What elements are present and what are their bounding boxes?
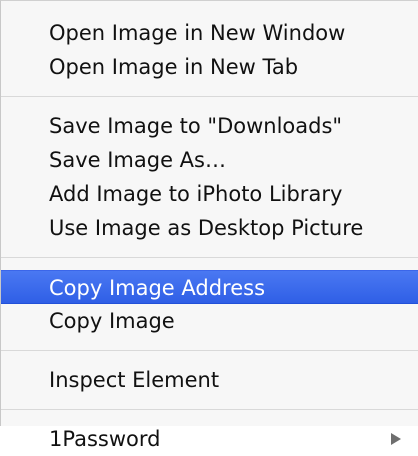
menu-separator [1, 409, 418, 410]
menu-item-label: Open Image in New Window [49, 21, 346, 45]
menu-item-inspect-element[interactable]: Inspect Element [1, 363, 418, 397]
menu-separator [1, 257, 418, 258]
menu-item-1password[interactable]: 1Password [1, 422, 418, 456]
menu-item-label: Copy Image [49, 309, 175, 333]
menu-item-open-image-new-window[interactable]: Open Image in New Window [1, 16, 418, 50]
menu-item-add-image-to-iphoto[interactable]: Add Image to iPhoto Library [1, 177, 418, 211]
menu-item-copy-image[interactable]: Copy Image [1, 304, 418, 338]
menu-item-label: Inspect Element [49, 368, 220, 392]
menu-item-label: Add Image to iPhoto Library [49, 182, 343, 206]
menu-separator [1, 96, 418, 97]
menu-separator [1, 350, 418, 351]
menu-item-label: Save Image to "Downloads" [49, 114, 343, 138]
menu-item-save-image-to-downloads[interactable]: Save Image to "Downloads" [1, 109, 418, 143]
menu-item-save-image-as[interactable]: Save Image As… [1, 143, 418, 177]
menu-item-open-image-new-tab[interactable]: Open Image in New Tab [1, 50, 418, 84]
menu-item-label: 1Password [49, 427, 161, 451]
menu-item-label: Save Image As… [49, 148, 226, 172]
menu-item-label: Use Image as Desktop Picture [49, 216, 364, 240]
context-menu: Open Image in New Window Open Image in N… [0, 0, 418, 451]
menu-item-use-image-as-desktop[interactable]: Use Image as Desktop Picture [1, 211, 418, 245]
chevron-right-icon [390, 422, 402, 456]
menu-item-label: Copy Image Address [49, 276, 266, 300]
menu-item-copy-image-address[interactable]: Copy Image Address [1, 270, 418, 304]
menu-item-label: Open Image in New Tab [49, 55, 299, 79]
